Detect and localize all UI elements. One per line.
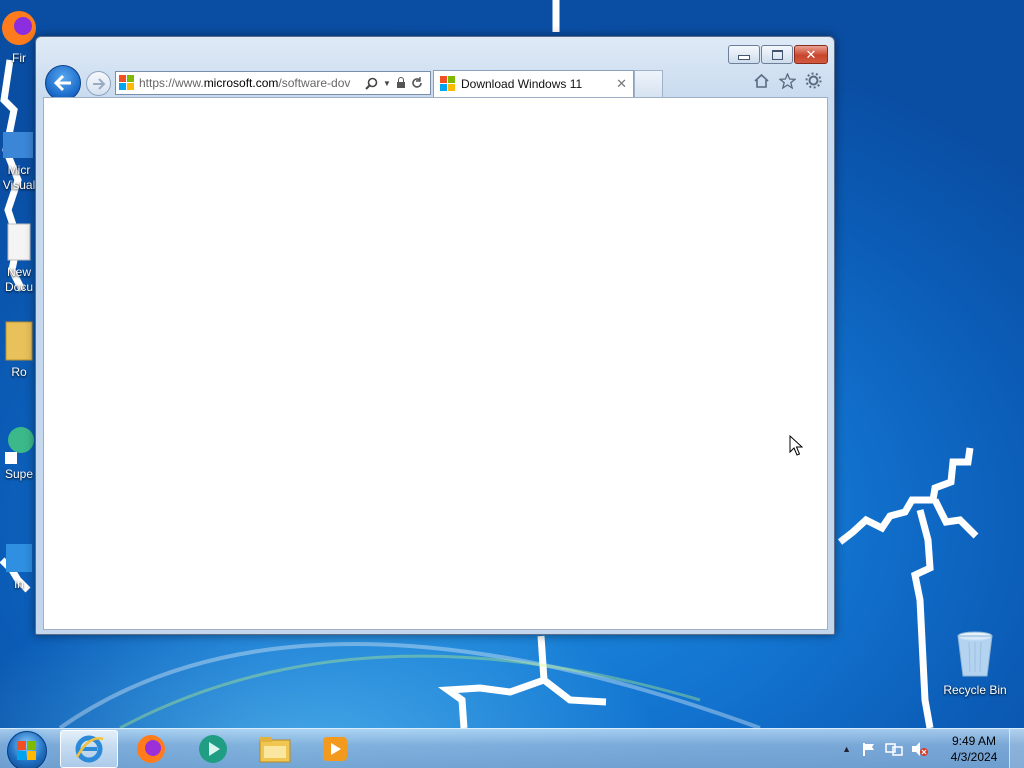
mouse-cursor-icon <box>789 435 803 456</box>
document-icon <box>7 223 31 261</box>
close-button[interactable]: ✕ <box>794 45 828 64</box>
minimize-button[interactable] <box>728 45 760 64</box>
address-bar[interactable]: https://www.microsoft.com/software-dov ▼ <box>115 71 431 95</box>
recycle-bin-icon <box>957 631 993 677</box>
firefox-icon <box>2 11 36 45</box>
clock-time: 9:49 AM <box>951 734 997 748</box>
media-player-icon <box>323 737 347 761</box>
internet-explorer-icon <box>75 735 104 763</box>
new-tab-button[interactable] <box>634 70 663 97</box>
back-button[interactable] <box>45 65 81 101</box>
forward-arrow-icon <box>92 77 105 90</box>
lock-icon[interactable] <box>396 77 406 89</box>
search-icon[interactable] <box>365 77 378 90</box>
back-arrow-icon <box>53 74 71 92</box>
media-app-icon <box>199 735 227 763</box>
microsoft-logo-icon <box>119 75 134 90</box>
window-controls: ✕ <box>728 45 828 64</box>
dropdown-arrow-icon[interactable]: ▼ <box>383 79 391 88</box>
system-tray: ▲ 9:49 AM 4/3/2024 <box>842 729 1024 768</box>
close-tab-icon[interactable]: ✕ <box>616 76 627 92</box>
browser-window[interactable]: ✕ https://www.microsoft.com/software-dov <box>35 36 835 635</box>
address-url[interactable]: https://www.microsoft.com/software-dov <box>139 76 361 90</box>
star-icon[interactable] <box>779 72 796 89</box>
taskbar-media-player[interactable] <box>306 730 364 768</box>
clock-date: 4/3/2024 <box>950 750 998 764</box>
close-icon: ✕ <box>805 47 817 62</box>
start-button[interactable] <box>7 731 47 768</box>
restore-button[interactable] <box>761 45 793 64</box>
taskbar-internet-explorer[interactable] <box>60 730 118 768</box>
folder-icon <box>5 321 33 361</box>
tab-title: Download Windows 11 <box>461 77 583 91</box>
network-icon[interactable] <box>885 741 903 757</box>
taskbar-file-explorer[interactable] <box>246 730 304 768</box>
command-icons <box>753 72 822 89</box>
desktop: Fir Micr Visual New Docu Ro Supe in Recy… <box>0 0 1024 768</box>
desktop-icon-recycle-bin[interactable]: Recycle Bin <box>938 630 1012 698</box>
taskbar-clock[interactable]: 9:49 AM 4/3/2024 <box>939 733 1009 765</box>
desktop-icon-label: Recycle Bin <box>943 683 1007 697</box>
refresh-icon[interactable] <box>411 77 423 89</box>
page-content-area[interactable] <box>43 97 828 630</box>
taskbar-firefox[interactable] <box>122 730 180 768</box>
tab-download-windows-11[interactable]: Download Windows 11 ✕ <box>433 70 634 97</box>
windows-logo-icon <box>17 741 36 760</box>
microsoft-logo-icon <box>440 76 455 91</box>
file-explorer-icon <box>259 737 291 763</box>
app-shortcut-icon <box>5 427 34 464</box>
firefox-icon <box>137 735 165 763</box>
show-hidden-icons-icon[interactable]: ▲ <box>842 744 851 754</box>
action-center-flag-icon[interactable] <box>861 741 877 757</box>
show-desktop-button[interactable] <box>1009 729 1024 768</box>
gear-icon[interactable] <box>805 72 822 89</box>
visual-studio-icon <box>3 132 33 158</box>
minimize-icon <box>738 55 750 60</box>
taskbar-media-app[interactable] <box>184 730 242 768</box>
forward-button[interactable] <box>86 71 111 96</box>
taskbar: ▲ 9:49 AM 4/3/2024 <box>0 728 1024 768</box>
installer-icon <box>6 544 32 572</box>
restore-icon <box>771 49 783 60</box>
home-icon[interactable] <box>753 73 770 89</box>
volume-muted-icon[interactable] <box>911 741 929 757</box>
